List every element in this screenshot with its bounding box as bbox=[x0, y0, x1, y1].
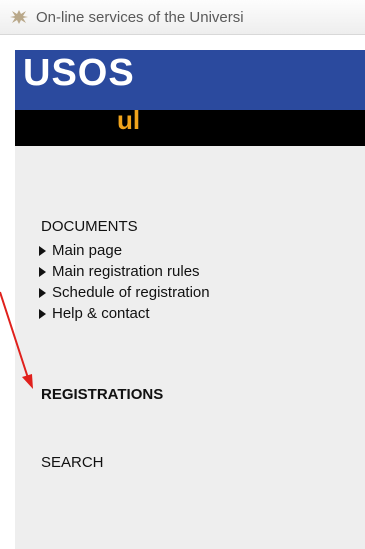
ul-logo: ul bbox=[117, 105, 141, 135]
sidebar-item-label: Main registration rules bbox=[52, 263, 200, 280]
search-link[interactable]: SEARCH bbox=[41, 454, 104, 471]
tab-title: On-line services of the Universi bbox=[36, 8, 244, 26]
triangle-right-icon bbox=[39, 308, 46, 319]
browser-tab[interactable]: On-line services of the Universi bbox=[0, 0, 365, 35]
university-eagle-icon bbox=[8, 6, 30, 28]
triangle-right-icon bbox=[39, 287, 46, 298]
sidebar-item-schedule-of-registration[interactable]: Schedule of registration bbox=[39, 282, 210, 303]
sidebar-item-label: Main page bbox=[52, 242, 123, 259]
page: On-line services of the Universi USOS ul… bbox=[0, 0, 365, 549]
sidebar-item-label: Help & contact bbox=[52, 305, 150, 322]
logo-subbar: ul bbox=[15, 105, 365, 146]
documents-menu: Main page Main registration rules Schedu… bbox=[39, 240, 210, 324]
documents-heading[interactable]: DOCUMENTS bbox=[41, 218, 138, 235]
triangle-right-icon bbox=[39, 266, 46, 277]
sidebar-item-help-contact[interactable]: Help & contact bbox=[39, 303, 210, 324]
sidebar-item-main-page[interactable]: Main page bbox=[39, 240, 210, 261]
usos-logo[interactable]: USOS bbox=[23, 52, 135, 95]
sidebar-item-main-registration-rules[interactable]: Main registration rules bbox=[39, 261, 210, 282]
logo-banner: USOS bbox=[15, 50, 365, 110]
sidebar: DOCUMENTS Main page Main registration ru… bbox=[15, 146, 365, 549]
registrations-link[interactable]: REGISTRATIONS bbox=[41, 386, 163, 403]
sidebar-item-label: Schedule of registration bbox=[52, 284, 210, 301]
triangle-right-icon bbox=[39, 245, 46, 256]
